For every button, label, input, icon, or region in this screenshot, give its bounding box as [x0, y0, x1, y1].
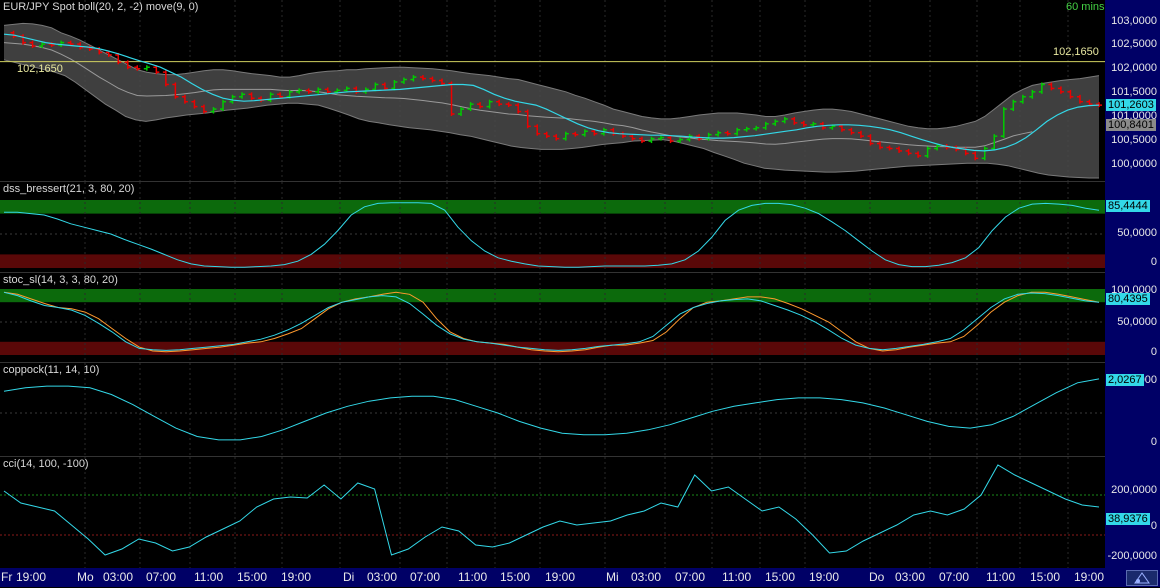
time-label: 15:00 [500, 570, 531, 584]
price-chart[interactable] [0, 0, 1105, 181]
coppock-chart[interactable] [0, 363, 1105, 457]
chart-settings-button[interactable] [1126, 570, 1158, 586]
price-tick-1: 103,0000 [1111, 15, 1157, 27]
time-label: 03:00 [895, 570, 926, 584]
oversold-zone [0, 254, 1105, 268]
time-label: 07:00 [410, 570, 441, 584]
cci-current-tag: 38,9376 [1106, 513, 1150, 525]
coppock-tick-2: 0 [1150, 436, 1157, 448]
time-label-mi: Mi [606, 570, 619, 584]
time-label: 11:00 [722, 570, 752, 584]
price-tick-4: 101,5000 [1111, 86, 1157, 98]
timeframe-label[interactable]: 60 mins [1066, 1, 1105, 13]
level-label-left: 102,1650 [17, 63, 63, 75]
bollinger-band-area [4, 23, 1099, 179]
mid-band-tag: 100,8401 [1106, 119, 1156, 131]
time-label: 03:00 [103, 570, 134, 584]
time-label-mo: Mo [77, 570, 94, 584]
time-label: 15:00 [765, 570, 796, 584]
time-label: 07:00 [146, 570, 177, 584]
time-label: 11:00 [986, 570, 1016, 584]
price-panel-title: EUR/JPY Spot boll(20, 2, -2) move(9, 0) [3, 1, 199, 13]
overbought-zone [0, 200, 1105, 214]
cci-panel[interactable]: cci(14, 100, -100) [0, 456, 1105, 569]
dss-axis[interactable]: 85,4444 50,0000 0 [1105, 181, 1160, 272]
coppock-panel[interactable]: coppock(11, 14, 10) [0, 362, 1105, 457]
time-label-di: Di [343, 570, 355, 584]
cci-tick-3: -200,0000 [1107, 550, 1157, 562]
overbought-zone [0, 289, 1105, 303]
triangle-icon [1134, 572, 1150, 584]
time-label-do: Do [869, 570, 885, 584]
indicator-line [3, 378, 1100, 441]
time-label: 15:00 [237, 570, 268, 584]
time-label: 19:00 [1074, 570, 1105, 584]
oversold-zone [0, 341, 1105, 355]
level-label-right: 102,1650 [1053, 46, 1099, 58]
stoc-axis[interactable]: 100,0000 80,4395 50,0000 0 [1105, 272, 1160, 362]
coppock-panel-title: coppock(11, 14, 10) [3, 364, 100, 376]
dss-current-tag: 85,4444 [1106, 200, 1150, 212]
price-tick-7: 100,0000 [1111, 158, 1157, 170]
cci-tick-1: 200,0000 [1111, 484, 1157, 496]
coppock-axis[interactable]: 2,0000 2,0267 0 [1105, 362, 1160, 456]
time-label: 19:00 [809, 570, 840, 584]
stoc-tick-2: 50,0000 [1117, 316, 1157, 328]
time-label-fr: Fr [1, 570, 13, 584]
time-label: 07:00 [675, 570, 706, 584]
indicator-line [3, 464, 1100, 556]
time-axis[interactable]: Fr 19:00 Mo 03:00 07:00 11:00 15:00 19:0… [0, 568, 1160, 587]
dss-tick-1: 50,0000 [1117, 227, 1157, 239]
time-label: 15:00 [1030, 570, 1061, 584]
cci-tick-2: 0 [1150, 520, 1157, 532]
stoc-tick-3: 0 [1150, 346, 1157, 358]
price-tick-2: 102,5000 [1111, 38, 1157, 50]
dss-panel-title: dss_bressert(21, 3, 80, 20) [3, 183, 135, 195]
time-label: 11:00 [458, 570, 488, 584]
price-chart-panel[interactable]: EUR/JPY Spot boll(20, 2, -2) move(9, 0) … [0, 0, 1105, 181]
time-label: 07:00 [939, 570, 970, 584]
stoc-panel-title: stoc_sl(14, 3, 3, 80, 20) [3, 274, 118, 286]
coppock-current-tag: 2,0267 [1106, 374, 1144, 386]
time-label: 19:00 [545, 570, 576, 584]
dss-panel[interactable]: dss_bressert(21, 3, 80, 20) [0, 181, 1105, 273]
dss-tick-2: 0 [1150, 256, 1157, 268]
price-axis[interactable]: 103,0000 102,5000 102,0000 101,5000 101,… [1105, 0, 1160, 181]
cci-axis[interactable]: 200,0000 38,9376 0 -200,0000 [1105, 456, 1160, 568]
time-label: 11:00 [194, 570, 224, 584]
time-label: 19:00 [16, 570, 47, 584]
cci-chart[interactable] [0, 457, 1105, 569]
price-tick-6: 100,5000 [1111, 134, 1157, 146]
time-label: 03:00 [367, 570, 398, 584]
time-label: 03:00 [631, 570, 662, 584]
stoc-panel[interactable]: stoc_sl(14, 3, 3, 80, 20) [0, 272, 1105, 363]
time-label: 19:00 [281, 570, 312, 584]
stoc-current-tag: 80,4395 [1106, 293, 1150, 305]
stoc-chart[interactable] [0, 273, 1105, 363]
cci-panel-title: cci(14, 100, -100) [3, 458, 89, 470]
dss-chart[interactable] [0, 182, 1105, 273]
price-tick-3: 102,0000 [1111, 62, 1157, 74]
last-price-tag: 101,2603 [1106, 99, 1156, 111]
